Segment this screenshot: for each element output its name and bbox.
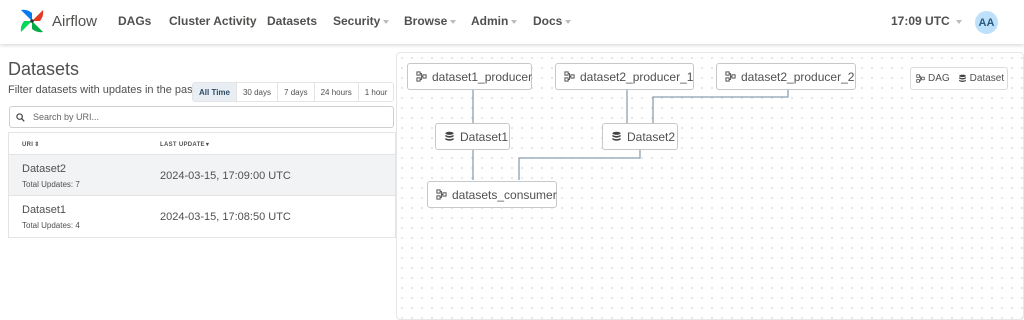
graph-node-dataset1-producer[interactable]: dataset1_producer (407, 63, 532, 90)
database-icon (612, 131, 621, 141)
sort-desc-icon: ▾ (205, 142, 210, 148)
graph-node-dataset2[interactable]: Dataset2 (602, 123, 678, 150)
table-row[interactable]: Dataset2 Total Updates: 7 2024-03-15, 17… (9, 155, 395, 196)
search-box (9, 106, 394, 128)
timezone-dropdown[interactable]: 17:09 UTC (891, 14, 962, 28)
node-label: Dataset2 (627, 129, 676, 144)
brand-link[interactable]: Airflow (18, 6, 97, 36)
node-label: datasets_consumer (452, 187, 557, 202)
page-title: Datasets (8, 59, 80, 79)
search-icon (16, 112, 25, 122)
dag-icon (416, 71, 427, 82)
nav-security[interactable]: Security (333, 14, 390, 28)
legend-dataset-label: Dataset (969, 73, 1005, 84)
chevron-down-icon (955, 19, 962, 24)
node-label: dataset2_producer_1 (580, 69, 694, 84)
graph-node-datasets-consumer[interactable]: datasets_consumer (427, 181, 557, 208)
filter-all-time-button[interactable]: All Time (193, 83, 236, 101)
datasets-table: URI⇕ LAST UPDATE▾ Dataset2 Total Updates… (8, 132, 396, 238)
edge-dataset2-to-consumer (518, 150, 641, 180)
dataset-dependency-graph[interactable]: dataset1_producer dataset2_producer_1 da… (396, 52, 1024, 320)
chevron-down-icon (450, 19, 457, 24)
database-icon (958, 74, 966, 83)
dataset-uri: Dataset2 (22, 163, 67, 175)
table-row[interactable]: Dataset1 Total Updates: 4 2024-03-15, 17… (9, 196, 395, 237)
filter-7-days-button[interactable]: 7 days (277, 83, 314, 101)
column-header-last-update[interactable]: LAST UPDATE▾ (160, 141, 209, 148)
dataset-total-updates: Total Updates: 4 (22, 221, 80, 230)
legend-dag-label: DAG (928, 73, 950, 84)
node-label: dataset1_producer (432, 69, 533, 84)
edge-dataset2-producer-2-to-dataset2 (652, 90, 789, 124)
dataset-last-update: 2024-03-15, 17:09:00 UTC (160, 170, 291, 182)
sort-icon: ⇕ (34, 142, 40, 148)
nav-docs[interactable]: Docs (533, 14, 572, 28)
graph-node-dataset2-producer-1[interactable]: dataset2_producer_1 (555, 63, 694, 90)
dataset-last-update: 2024-03-15, 17:08:50 UTC (160, 211, 291, 223)
column-header-uri[interactable]: URI⇕ (22, 141, 40, 148)
dataset-total-updates: Total Updates: 7 (22, 180, 80, 189)
table-header: URI⇕ LAST UPDATE▾ (9, 133, 395, 155)
filter-1-hour-button[interactable]: 1 hour (357, 83, 394, 101)
search-input[interactable] (33, 112, 373, 122)
dag-icon (436, 189, 447, 200)
dag-icon (916, 74, 925, 83)
node-label: Dataset1 (460, 129, 509, 144)
nav-browse[interactable]: Browse (404, 14, 457, 28)
user-avatar[interactable]: AA (975, 11, 998, 34)
nav-datasets[interactable]: Datasets (267, 14, 317, 28)
filter-30-days-button[interactable]: 30 days (235, 83, 278, 101)
filter-label: Filter datasets with updates in the past… (8, 84, 199, 96)
database-icon (445, 131, 454, 141)
graph-node-dataset1[interactable]: Dataset1 (435, 123, 510, 150)
node-label: dataset2_producer_2 (741, 69, 855, 84)
nav-dags[interactable]: DAGs (118, 14, 151, 28)
dataset-uri: Dataset1 (22, 204, 67, 216)
nav-admin[interactable]: Admin (471, 14, 518, 28)
time-filter-group: All Time 30 days 7 days 24 hours 1 hour (192, 82, 395, 102)
dag-icon (725, 71, 736, 82)
airflow-logo-icon (20, 9, 44, 33)
chevron-down-icon (383, 19, 390, 24)
dag-icon (564, 71, 575, 82)
brand-name: Airflow (52, 12, 98, 30)
chevron-down-icon (565, 19, 572, 24)
nav-cluster-activity[interactable]: Cluster Activity (169, 14, 257, 28)
top-navbar: Airflow DAGs Cluster Activity Datasets S… (0, 0, 1024, 44)
graph-node-dataset2-producer-2[interactable]: dataset2_producer_2 (716, 63, 856, 90)
filter-24-hours-button[interactable]: 24 hours (313, 83, 358, 101)
graph-legend: DAG Dataset (910, 67, 1008, 90)
chevron-down-icon (511, 19, 518, 24)
